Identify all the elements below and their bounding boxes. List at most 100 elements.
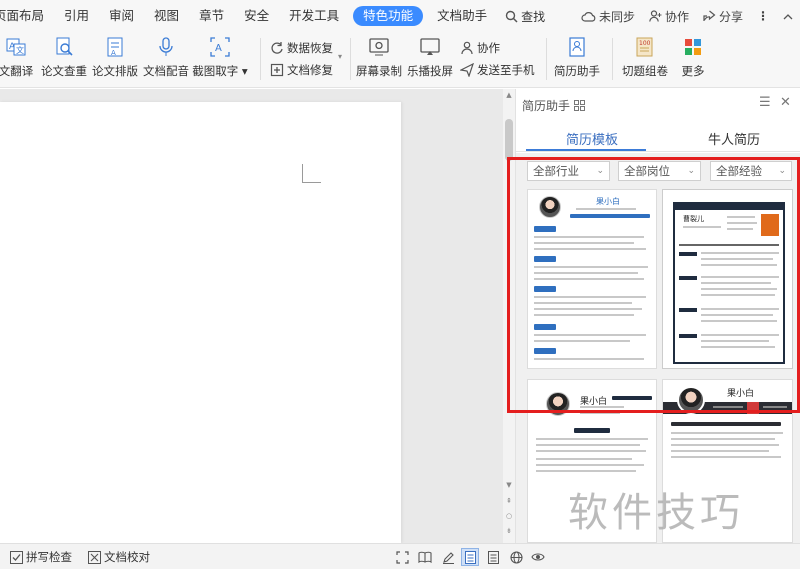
collab-ribbon-label: 协作 [477,41,500,55]
screen-record-icon [369,38,389,56]
tab-expert-resumes[interactable]: 牛人简历 [708,129,760,148]
collab-menu-button[interactable]: 协作 [642,8,696,25]
share-icon [703,10,716,21]
menu-developer[interactable]: 开发工具 [279,6,349,26]
svg-text:A: A [215,43,222,54]
svg-text:A: A [111,49,116,57]
doc-dub-button[interactable]: 文档配音 [143,34,189,82]
cloud-icon [581,11,596,22]
web-view-icon[interactable] [507,548,525,566]
page-view-icon[interactable] [461,548,479,566]
screen-record-button[interactable]: 屏幕录制 [356,34,402,82]
app-window: 页面布局 引用 审阅 视图 章节 安全 开发工具 特色功能 文档助手 查找 未同… [0,0,800,569]
share-button[interactable]: 分享 [696,8,750,25]
page-margin-corner [302,164,321,183]
data-recovery-button[interactable]: 数据恢复 [270,38,333,58]
edit-mode-icon[interactable] [439,548,457,566]
paper-check-icon [56,37,73,56]
paper-format-icon: A [107,37,123,57]
more-menu-button[interactable]: ⋮ [750,9,776,23]
menu-references[interactable]: 引用 [54,6,99,26]
search-button[interactable]: 查找 [497,8,553,25]
cast-label: 乐播投屏 [407,64,453,78]
scroll-down-icon[interactable]: ▼ [503,481,515,489]
pane-menu-icon[interactable]: ☰ [759,95,771,110]
scrollbar-thumb[interactable] [505,119,513,161]
next-page-icon[interactable]: ⇟ [503,527,515,535]
split-merge-icon: 100 [636,37,653,57]
send-phone-button[interactable]: 发送至手机 [460,60,535,80]
user-icon [461,41,473,55]
menu-security[interactable]: 安全 [234,6,279,26]
more-tools-button[interactable]: 更多 [676,34,710,82]
translate-icon: A文 [6,38,26,56]
ocr-icon: A [210,37,230,57]
resume-icon [569,37,585,57]
spell-check-label: 拼写检查 [26,550,72,564]
doc-dub-label: 文档配音 [143,64,189,78]
eye-care-icon[interactable] [529,548,547,566]
read-mode-icon[interactable] [416,548,434,566]
screenshot-ocr-button[interactable]: A 截图取字 ▾ [192,34,248,82]
cast-icon [420,38,440,55]
menu-doc-assistant[interactable]: 文档助手 [427,6,497,26]
recovery-icon [271,42,283,54]
microphone-icon [159,37,173,56]
collapse-ribbon-button[interactable] [776,13,800,20]
screenshot-ocr-label: 截图取字 ▾ [192,64,248,78]
pane-title: 简历助手 [522,97,586,114]
proofread-icon [88,550,101,564]
send-icon [460,63,474,77]
ribbon-separator [260,38,261,80]
pane-close-icon[interactable]: ✕ [780,95,791,110]
repair-icon [270,63,284,77]
scroll-up-icon[interactable]: ▲ [503,91,515,99]
document-page[interactable] [0,102,401,543]
resume-helper-button[interactable]: 简历助手 [552,34,602,82]
grid-icon[interactable] [574,100,586,111]
svg-text:100: 100 [639,40,651,47]
ribbon-group-expand[interactable]: ▾ [338,52,342,61]
spell-check-button[interactable]: 拼写检查 [10,549,72,565]
paper-format-label: 论文排版 [92,64,138,78]
ribbon-separator [350,38,351,80]
ribbon-toolbar: A文 文翻译 论文查重 A 论文排版 文档配音 A 截图取字 ▾ 数据恢复 文档… [0,32,800,88]
prev-page-icon[interactable]: ⇞ [503,497,515,505]
tab-resume-templates[interactable]: 简历模板 [566,129,618,148]
sync-button[interactable]: 未同步 [574,8,642,25]
data-recovery-label: 数据恢复 [287,41,333,55]
ribbon-separator [546,38,547,80]
paper-format-button[interactable]: A 论文排版 [92,34,138,82]
more-dots-icon: ⋮ [757,9,769,23]
sync-label: 未同步 [598,9,635,24]
page-nav-dot-icon[interactable]: ○ [503,512,515,520]
user-add-icon [649,10,662,22]
menu-view[interactable]: 视图 [144,6,189,26]
fullscreen-icon[interactable] [393,548,411,566]
collab-menu-label: 协作 [664,9,689,24]
tab-divider [516,151,800,152]
split-merge-label: 切题组卷 [622,64,668,78]
status-bar: 拼写检查 文档校对 [0,543,800,569]
resume-helper-label: 简历助手 [554,64,600,78]
menu-review[interactable]: 审阅 [99,6,144,26]
more-tools-label: 更多 [681,64,705,78]
menu-section[interactable]: 章节 [189,6,234,26]
doc-repair-button[interactable]: 文档修复 [270,60,333,80]
highlight-annotation [507,157,800,413]
collab-ribbon-button[interactable]: 协作 [460,38,500,58]
proofread-button[interactable]: 文档校对 [88,549,150,565]
cast-button[interactable]: 乐播投屏 [407,34,453,82]
apps-grid-icon [685,39,701,55]
outline-view-icon[interactable] [484,548,502,566]
checkbox-icon [10,550,23,564]
split-merge-button[interactable]: 100 切题组卷 [620,34,670,82]
send-phone-label: 发送至手机 [477,63,535,77]
svg-text:文: 文 [16,45,24,55]
translate-button[interactable]: A文 文翻译 [0,34,36,82]
menu-bar: 页面布局 引用 审阅 视图 章节 安全 开发工具 特色功能 文档助手 查找 未同… [0,0,800,32]
menu-page-layout[interactable]: 页面布局 [0,6,54,26]
paper-check-button[interactable]: 论文查重 [41,34,87,82]
menu-special-features[interactable]: 特色功能 [353,6,424,26]
menu-right-group: 未同步 协作 分享 ⋮ [574,0,800,32]
